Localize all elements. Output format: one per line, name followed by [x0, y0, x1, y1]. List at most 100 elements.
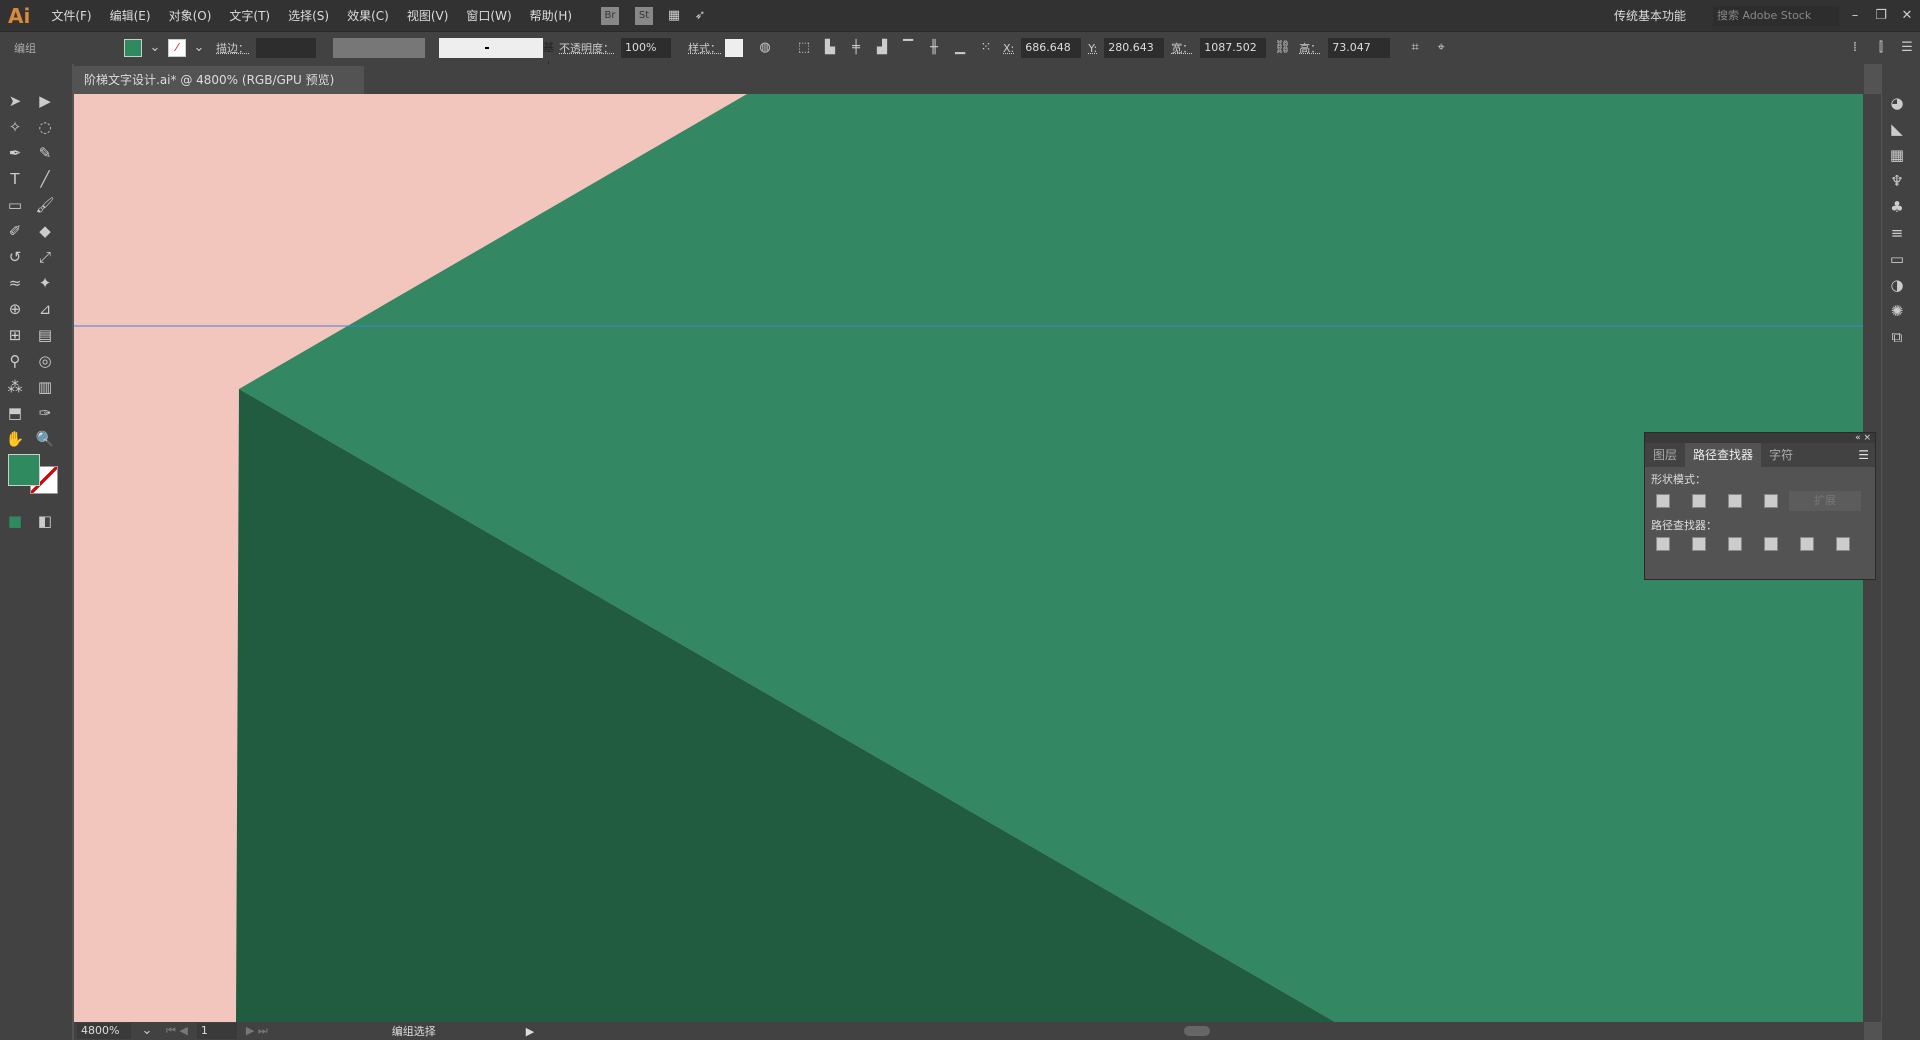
zoom-tool-icon[interactable]: 🔍 [32, 427, 58, 451]
tab-character[interactable]: 字符 [1761, 443, 1801, 467]
menu-file[interactable]: 文件(F) [42, 7, 100, 24]
pen-tool-icon[interactable]: ✒ [2, 141, 28, 165]
artboard-nav-next-icon[interactable]: ▶ ⏭ [246, 1024, 268, 1038]
align-left-icon[interactable]: ▙ [822, 40, 838, 56]
document-tab[interactable]: 阶梯文字设计.ai* @ 4800% (RGB/GPU 预览) × [74, 66, 364, 115]
unite-icon[interactable] [1656, 494, 1670, 508]
menu-select[interactable]: 选择(S) [279, 7, 338, 24]
align-center-icon[interactable]: ╪ [848, 40, 864, 56]
style-label[interactable]: 样式： [688, 40, 721, 56]
lasso-icon[interactable]: ◌ [32, 115, 58, 139]
close-window-icon[interactable]: ✕ [1899, 8, 1915, 24]
puppet-warp-icon[interactable]: ✦ [32, 271, 58, 295]
width-input[interactable]: 1087.502 [1200, 38, 1267, 58]
rotate-tool-icon[interactable]: ↺ [2, 245, 28, 269]
transparency-icon[interactable]: ◑ [1884, 273, 1910, 297]
align-to-icon[interactable]: ⬚ [796, 40, 812, 56]
eraser-icon[interactable]: ◆ [32, 219, 58, 243]
exclude-icon[interactable] [1764, 494, 1778, 508]
stroke-swatch[interactable]: ⁄ [168, 39, 186, 57]
artboard-nav-prev-icon[interactable]: ⏮ ◀ [166, 1024, 188, 1038]
stroke-weight-input[interactable] [256, 38, 316, 58]
mesh-tool-icon[interactable]: ⊞ [2, 323, 28, 347]
slice-tool-icon[interactable]: ✑ [32, 401, 58, 425]
brushes-icon[interactable]: ♆ [1884, 169, 1910, 193]
appearance-icon[interactable]: ✺ [1884, 299, 1910, 323]
scale-tool-icon[interactable]: ⤢ [32, 245, 58, 269]
menu-view[interactable]: 视图(V) [398, 7, 458, 24]
shape-builder-icon[interactable]: ⊕ [2, 297, 28, 321]
artboard-number-select[interactable]: 1 [196, 1023, 237, 1039]
x-input[interactable]: 686.648 px [1021, 38, 1082, 74]
trim-icon[interactable] [1692, 537, 1706, 551]
stroke-panel-icon[interactable]: ≡ [1884, 221, 1910, 245]
color-mode-icon[interactable]: ■ [2, 509, 28, 533]
opacity-label[interactable]: 不透明度： [559, 40, 614, 56]
type-tool-icon[interactable]: T [2, 167, 28, 191]
chevron-down-icon[interactable]: ⌄ [139, 1023, 155, 1039]
brush-definition[interactable]: 基本 [439, 38, 554, 74]
crop-icon[interactable] [1764, 537, 1778, 551]
align-panel-icon[interactable]: ⫿ [1873, 40, 1889, 56]
intersect-icon[interactable] [1728, 494, 1742, 508]
align-bottom-icon[interactable]: ▁ [952, 40, 968, 56]
style-swatch[interactable] [725, 39, 743, 57]
align-middle-icon[interactable]: ╫ [926, 40, 942, 56]
artboard-canvas[interactable] [74, 94, 1863, 1022]
swatches-icon[interactable]: ▦ [1884, 143, 1910, 167]
arrange-documents-icon[interactable]: ▦ [666, 8, 682, 24]
stroke-label[interactable]: 描边： [216, 40, 249, 56]
menu-effect[interactable]: 效果(C) [338, 7, 398, 24]
status-menu-arrow-icon[interactable]: ▶ [526, 1025, 534, 1038]
link-proportions-icon[interactable]: ⛓ [1274, 40, 1291, 56]
collapse-icon[interactable]: « [1855, 433, 1861, 443]
restore-icon[interactable]: ❐ [1873, 8, 1889, 24]
column-graph-icon[interactable]: ▥ [32, 375, 58, 399]
stock-button[interactable]: St [635, 6, 654, 25]
color-guide-icon[interactable]: ◣ [1884, 117, 1910, 141]
menu-type[interactable]: 文字(T) [220, 7, 279, 24]
isolate-icon[interactable]: ⌖ [1433, 40, 1449, 56]
align-top-icon[interactable]: ▔ [900, 40, 916, 56]
workspace-switcher[interactable]: 传统基本功能 [1614, 7, 1686, 24]
outline-icon[interactable] [1800, 537, 1814, 551]
y-input[interactable]: 280.643 px [1104, 38, 1165, 74]
stock-search-input[interactable]: 搜索 Adobe Stock [1713, 5, 1839, 26]
menu-help[interactable]: 帮助(H) [521, 7, 581, 24]
tab-layers[interactable]: 图层 [1645, 443, 1685, 467]
height-input[interactable]: 73.047 px [1328, 38, 1391, 74]
perspective-grid-icon[interactable]: ⊿ [32, 297, 58, 321]
symbol-sprayer-icon[interactable]: ⁂ [2, 375, 28, 399]
gradient-mode-icon[interactable]: ◧ [32, 509, 58, 533]
fill-color-swatch[interactable] [8, 454, 40, 486]
blend-tool-icon[interactable]: ◎ [32, 349, 58, 373]
panel-menu-icon[interactable]: ☰ [1858, 443, 1869, 467]
eyedropper-icon[interactable]: ⚲ [2, 349, 28, 373]
color-panel-icon[interactable]: ◕ [1884, 91, 1910, 115]
magic-wand-icon[interactable]: ✧ [2, 115, 28, 139]
transform-icon[interactable]: ⌗ [1407, 40, 1423, 56]
minus-back-icon[interactable] [1836, 537, 1850, 551]
bridge-button[interactable]: Br [601, 6, 620, 25]
close-panel-icon[interactable]: × [1863, 433, 1871, 443]
fill-swatch[interactable] [124, 39, 142, 57]
distribute-icon[interactable]: ⁞ [1847, 40, 1863, 56]
divide-icon[interactable] [1656, 537, 1670, 551]
chevron-down-icon[interactable]: ⌄ [191, 40, 207, 56]
opacity-input[interactable]: 100% [621, 38, 671, 58]
minimize-icon[interactable]: – [1847, 8, 1863, 24]
shaper-tool-icon[interactable]: ✐ [2, 219, 28, 243]
artboard-tool-icon[interactable]: ⬒ [2, 401, 28, 425]
panel-header[interactable]: « × [1645, 433, 1875, 443]
paintbrush-icon[interactable]: 🖌 [32, 193, 58, 217]
variable-width-profile[interactable] [333, 38, 425, 58]
export-icon[interactable]: ⧉ [1884, 325, 1910, 349]
direct-selection-tool-icon[interactable]: ▶ [32, 89, 58, 113]
scroll-thumb[interactable] [1184, 1026, 1211, 1036]
gpu-rocket-icon[interactable]: ➶ [692, 8, 708, 24]
minus-front-icon[interactable] [1692, 494, 1706, 508]
zoom-level-select[interactable]: 4800% [77, 1023, 131, 1039]
width-tool-icon[interactable]: ≈ [2, 271, 28, 295]
rectangle-tool-icon[interactable]: ▭ [2, 193, 28, 217]
horizontal-scrollbar[interactable] [534, 1022, 1864, 1040]
